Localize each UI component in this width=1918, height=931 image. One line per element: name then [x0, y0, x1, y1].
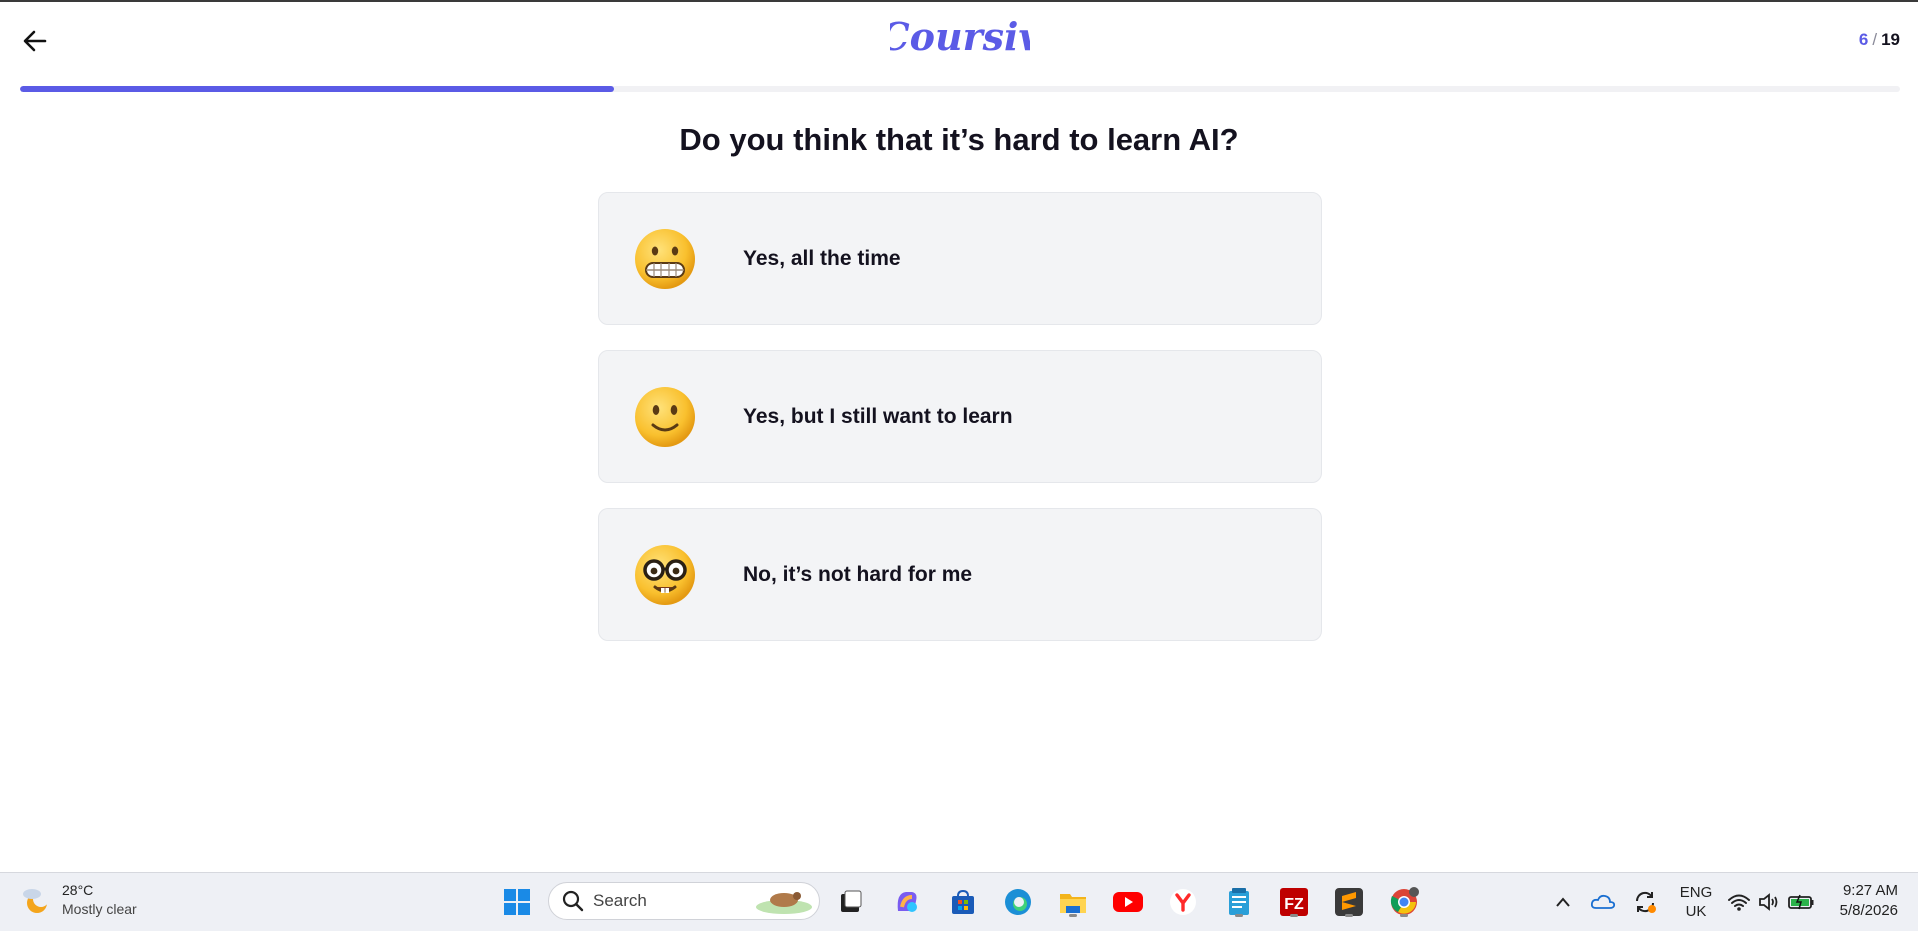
- file-explorer-icon[interactable]: [1056, 885, 1090, 919]
- answer-options: Yes, all the time Yes, but I still want …: [598, 192, 1322, 666]
- grimacing-face-icon: [635, 228, 695, 289]
- option-yes-all-the-time[interactable]: Yes, all the time: [598, 192, 1322, 325]
- onedrive-icon[interactable]: [1586, 885, 1620, 919]
- moon-cloud-icon: [23, 889, 49, 913]
- nerd-face-icon: [635, 544, 695, 605]
- language-code: ENG: [1679, 884, 1713, 901]
- language-indicator[interactable]: ENG UK: [1676, 883, 1716, 921]
- system-clock[interactable]: 9:27 AM 5/8/2026: [1840, 881, 1898, 921]
- running-indicator: [1069, 914, 1077, 917]
- wifi-icon[interactable]: [1722, 885, 1756, 919]
- edge-icon[interactable]: [1001, 885, 1035, 919]
- keyboard-layout: UK: [1685, 903, 1707, 920]
- weather-temperature: 28°C: [62, 882, 94, 898]
- arrow-left-icon: [23, 30, 47, 52]
- svg-text:Coursiv: Coursiv: [890, 14, 1030, 59]
- volume-icon[interactable]: [1752, 885, 1786, 919]
- step-current: 6: [1858, 30, 1869, 49]
- option-label: Yes, but I still want to learn: [743, 404, 1013, 428]
- taskbar-search-box[interactable]: Search: [548, 882, 820, 920]
- slightly-smiling-face-icon: [635, 386, 695, 447]
- running-indicator: [1400, 914, 1408, 917]
- weather-widget[interactable]: 28°C Mostly clear: [20, 881, 137, 919]
- progress-bar: [20, 86, 1900, 92]
- option-yes-but-still-want-to-learn[interactable]: Yes, but I still want to learn: [598, 350, 1322, 483]
- running-indicator: [1290, 914, 1298, 917]
- clock-date: 5/8/2026: [1839, 902, 1898, 919]
- yandex-browser-icon[interactable]: [1166, 885, 1200, 919]
- sublime-text-icon[interactable]: [1332, 885, 1366, 919]
- search-highlight-icon: [756, 892, 812, 914]
- back-button[interactable]: [16, 24, 54, 58]
- copilot-icon[interactable]: [890, 885, 924, 919]
- running-indicator: [1235, 914, 1243, 917]
- running-indicator: [1345, 914, 1353, 917]
- option-label: Yes, all the time: [743, 246, 901, 270]
- coursiv-logo[interactable]: Coursiv: [890, 14, 1030, 64]
- clock-time: 9:27 AM: [1842, 882, 1898, 899]
- windows-taskbar: 28°C Mostly clear Search FZ ENG UK 9:27 …: [0, 872, 1918, 931]
- sync-icon[interactable]: [1628, 885, 1662, 919]
- step-counter: 6/19: [1859, 30, 1900, 50]
- youtube-icon[interactable]: [1111, 885, 1145, 919]
- progress-bar-fill: [20, 86, 614, 92]
- filezilla-icon[interactable]: FZ: [1277, 885, 1311, 919]
- chevron-up-icon[interactable]: [1546, 885, 1580, 919]
- microsoft-store-icon[interactable]: [946, 885, 980, 919]
- task-view-icon[interactable]: [834, 885, 868, 919]
- option-not-hard-for-me[interactable]: No, it’s not hard for me: [598, 508, 1322, 641]
- battery-charging-icon[interactable]: [1784, 885, 1818, 919]
- option-label: No, it’s not hard for me: [743, 562, 973, 586]
- search-placeholder: Search: [593, 891, 647, 910]
- search-icon: [562, 890, 584, 912]
- weather-condition: Mostly clear: [62, 901, 137, 917]
- window-top-border: [0, 0, 1918, 2]
- windows-start-icon[interactable]: [500, 885, 534, 919]
- svg-text:FZ: FZ: [1284, 896, 1304, 913]
- step-total: 19: [1881, 30, 1900, 49]
- step-separator: /: [1872, 30, 1878, 49]
- chrome-icon[interactable]: [1387, 885, 1421, 919]
- question-title: Do you think that it’s hard to learn AI?: [679, 122, 1239, 157]
- notepad-icon[interactable]: [1222, 885, 1256, 919]
